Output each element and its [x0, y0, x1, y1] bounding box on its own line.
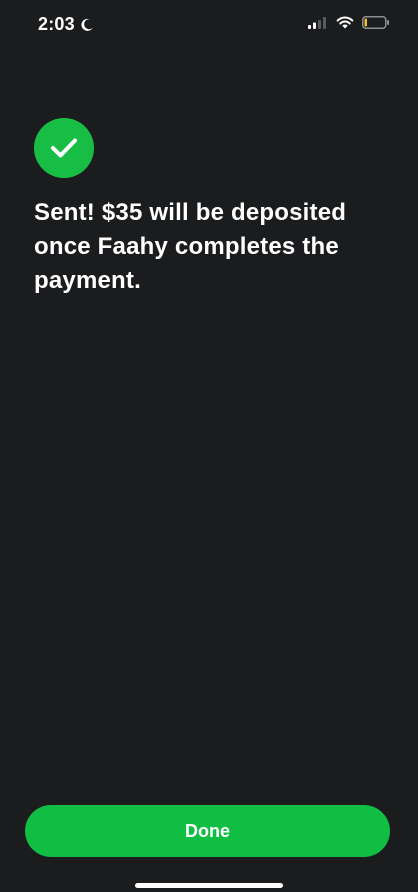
- signal-icon: [308, 16, 326, 29]
- status-icons: [308, 16, 390, 29]
- done-button[interactable]: Done: [25, 805, 390, 857]
- wifi-icon: [336, 16, 354, 29]
- time-label: 2:03: [38, 14, 75, 34]
- checkmark-icon: [51, 138, 77, 158]
- status-bar: 2:03: [0, 0, 418, 52]
- status-time: 2:03: [38, 14, 94, 35]
- success-check-circle: [34, 118, 94, 178]
- battery-icon: [362, 16, 389, 29]
- moon-icon: [81, 18, 93, 31]
- home-indicator[interactable]: [135, 883, 283, 888]
- done-button-label: Done: [185, 820, 230, 841]
- confirmation-message: Sent! $35 will be deposited once Faahy c…: [34, 199, 347, 294]
